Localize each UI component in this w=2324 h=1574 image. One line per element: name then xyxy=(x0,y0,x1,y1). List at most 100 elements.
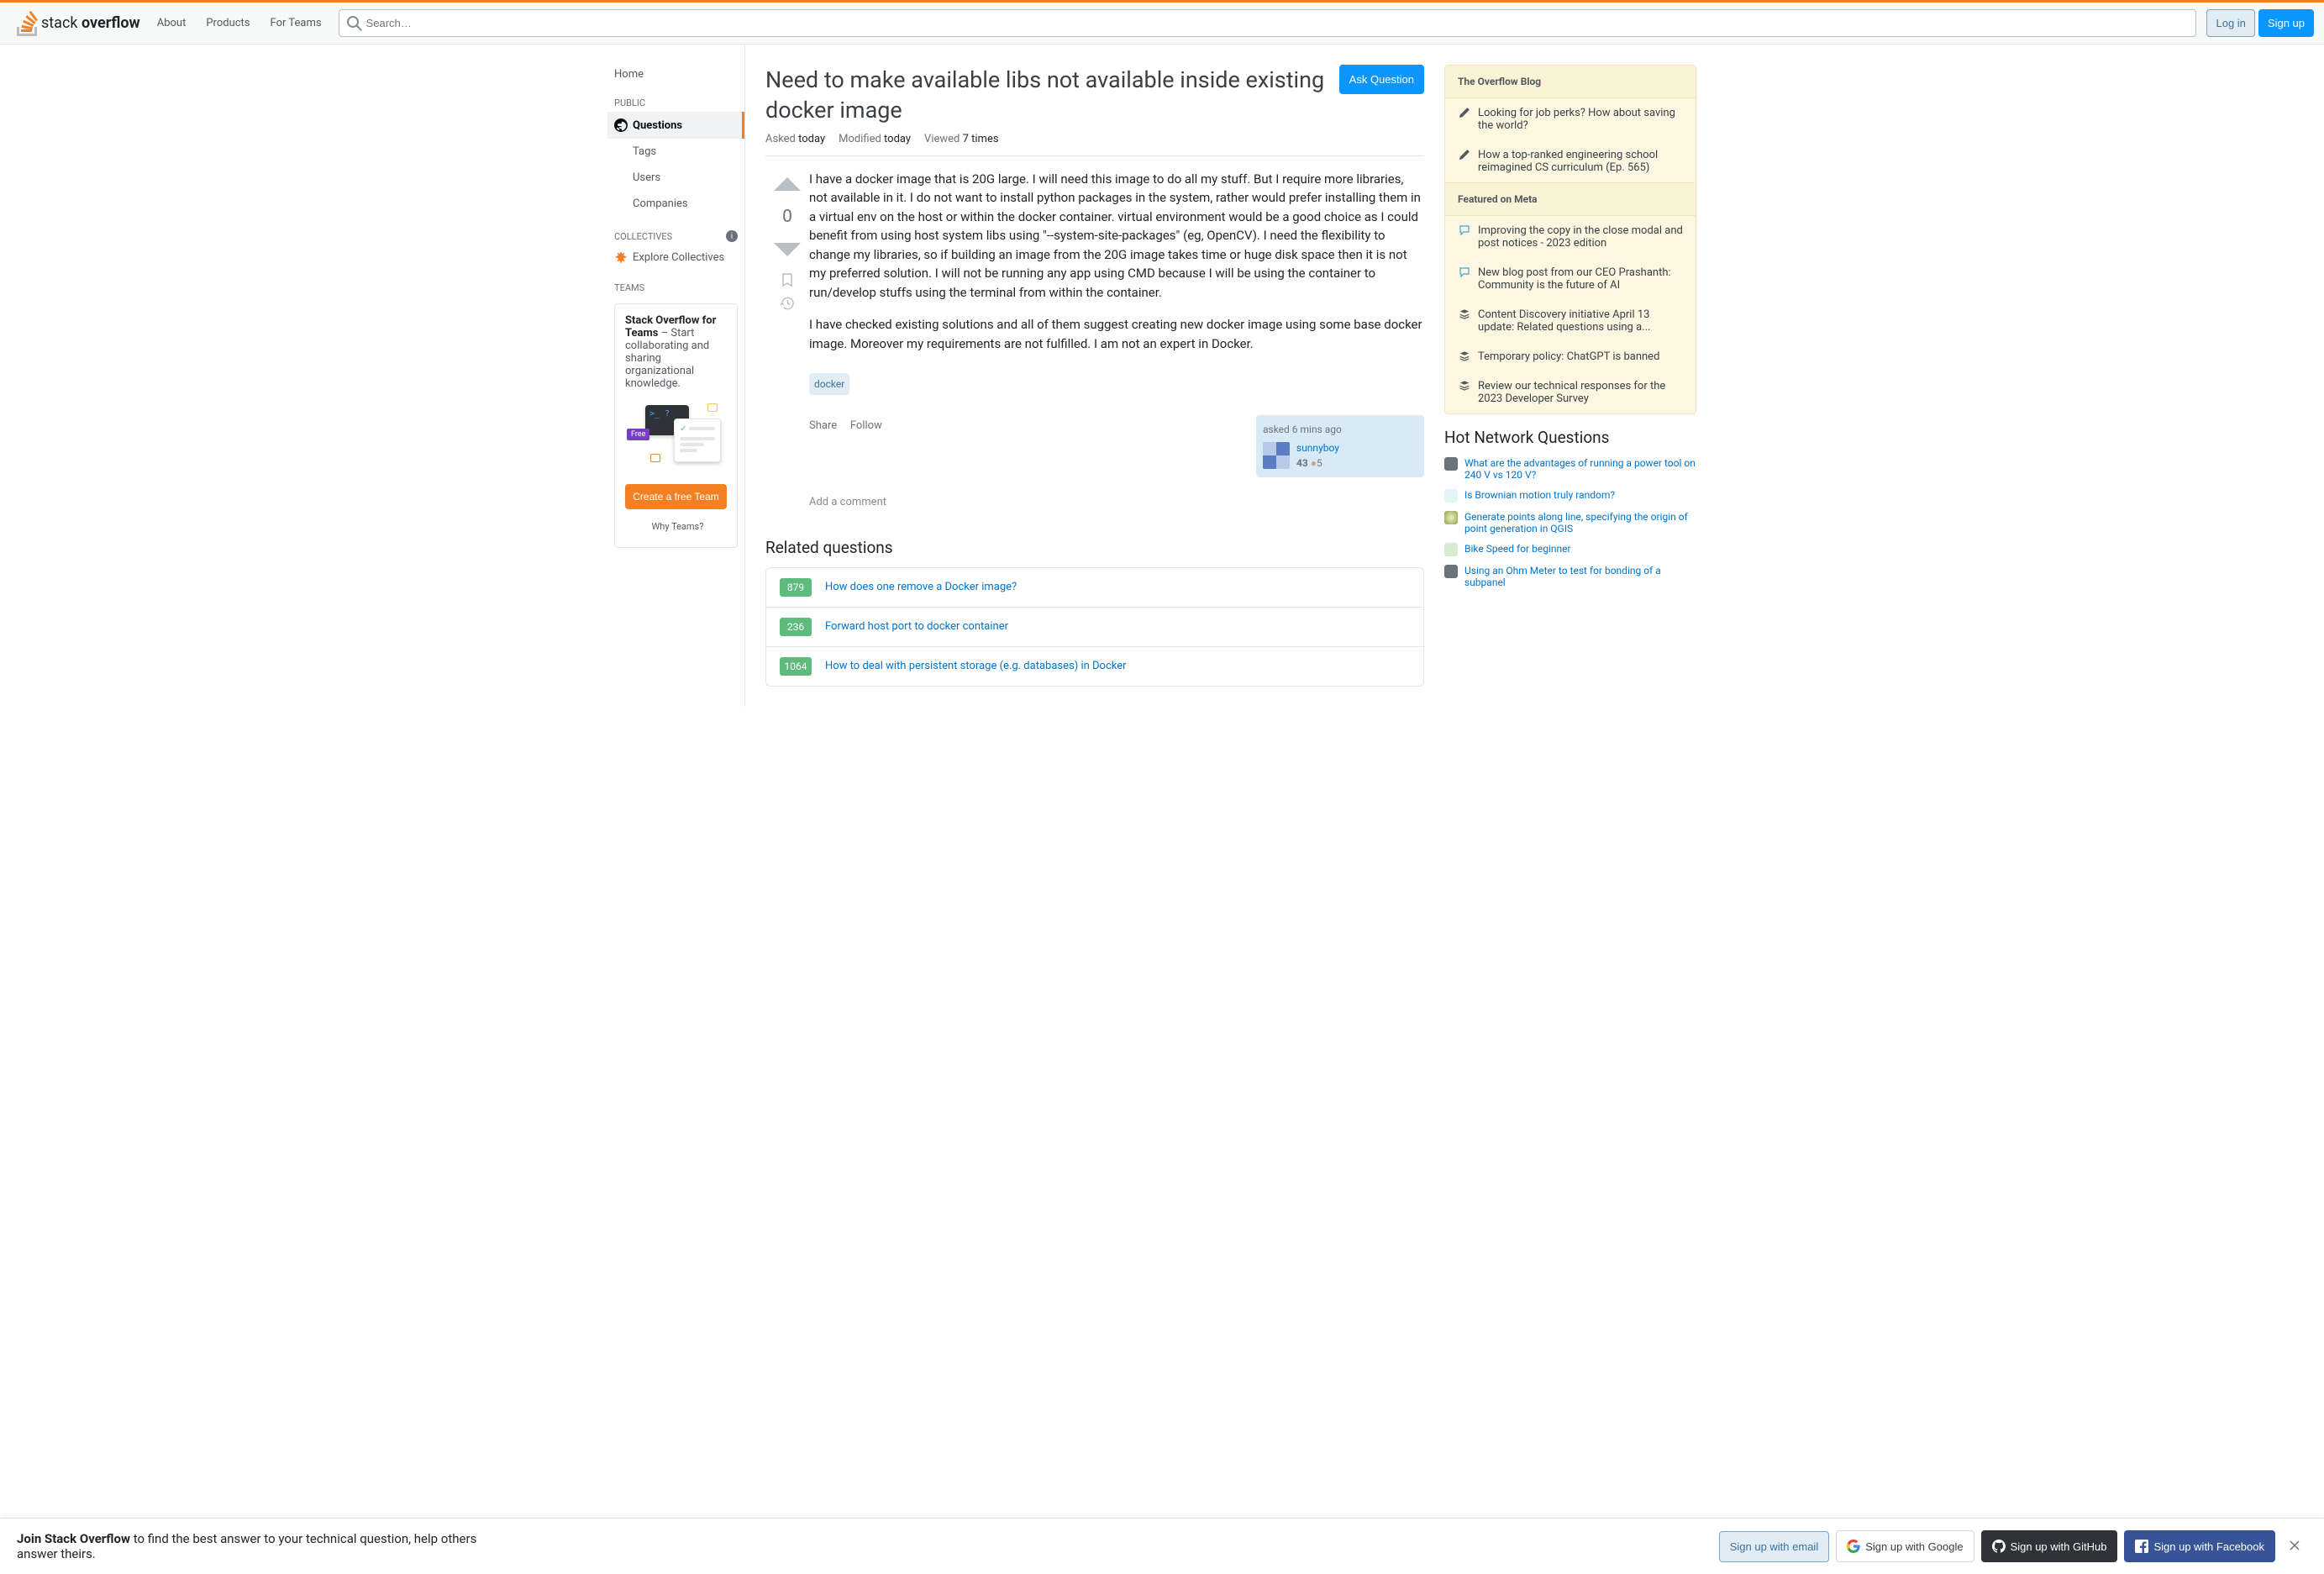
header-nav: About Products For Teams xyxy=(147,12,332,34)
why-teams-link[interactable]: Why Teams? xyxy=(625,516,727,537)
nav-about[interactable]: About xyxy=(147,12,197,34)
free-badge: Free xyxy=(627,429,649,440)
hot-item[interactable]: Bike Speed for beginner xyxy=(1444,543,1696,556)
bulletin-link[interactable]: Temporary policy: ChatGPT is banned xyxy=(1478,350,1659,363)
share-link[interactable]: Share xyxy=(809,419,837,432)
hot-link[interactable]: Is Brownian motion truly random? xyxy=(1464,489,1615,501)
post-paragraph-2: I have checked existing solutions and al… xyxy=(809,315,1424,353)
related-title[interactable]: Forward host port to docker container xyxy=(825,620,1008,633)
sidebar-questions[interactable]: Questions xyxy=(607,112,744,139)
sidebar-tags[interactable]: Tags xyxy=(607,139,744,165)
viewed-label: Viewed xyxy=(924,133,960,145)
hot-item[interactable]: Generate points along line, specifying t… xyxy=(1444,511,1696,534)
banner-close-button[interactable] xyxy=(2282,1535,2307,1559)
hot-item[interactable]: What are the advantages of running a pow… xyxy=(1444,457,1696,481)
vote-count: 0 xyxy=(782,207,792,227)
downvote-icon[interactable] xyxy=(772,234,802,264)
bulletin-link[interactable]: New blog post from our CEO Prashanth: Co… xyxy=(1478,266,1683,292)
hot-link[interactable]: Bike Speed for beginner xyxy=(1464,543,1571,555)
hot-item[interactable]: Using an Ohm Meter to test for bonding o… xyxy=(1444,565,1696,588)
sidebar-companies[interactable]: Companies xyxy=(607,191,744,217)
bulletin-link[interactable]: Looking for job perks? How about saving … xyxy=(1478,107,1683,132)
bulletin-link[interactable]: Improving the copy in the close modal an… xyxy=(1478,224,1683,250)
bulletin-item[interactable]: Review our technical responses for the 2… xyxy=(1445,371,1696,413)
signup-google-button[interactable]: Sign up with Google xyxy=(1836,1530,1974,1562)
related-score: 1064 xyxy=(780,657,812,676)
google-icon xyxy=(1847,1540,1860,1553)
sidebar-explore-collectives[interactable]: Explore Collectives xyxy=(607,245,744,269)
nav-products[interactable]: Products xyxy=(196,12,260,34)
bookmark-icon[interactable] xyxy=(780,272,795,287)
vote-column: 0 xyxy=(765,170,809,511)
bulletin-item[interactable]: Improving the copy in the close modal an… xyxy=(1445,216,1696,258)
bulletin-item[interactable]: Temporary policy: ChatGPT is banned xyxy=(1445,342,1696,371)
featured-meta-heading: Featured on Meta xyxy=(1445,182,1696,216)
related-item[interactable]: 236 Forward host port to docker containe… xyxy=(766,608,1423,647)
bulletin-box: The Overflow Blog Looking for job perks?… xyxy=(1444,65,1696,414)
hot-link[interactable]: Using an Ohm Meter to test for bonding o… xyxy=(1464,565,1696,588)
related-title[interactable]: How to deal with persistent storage (e.g… xyxy=(825,660,1127,672)
right-sidebar: The Overflow Blog Looking for job perks?… xyxy=(1444,65,1696,687)
related-item[interactable]: 879 How does one remove a Docker image? xyxy=(766,568,1423,608)
ask-question-button[interactable]: Ask Question xyxy=(1339,65,1424,94)
stack-icon xyxy=(1458,380,1471,392)
related-title[interactable]: How does one remove a Docker image? xyxy=(825,581,1017,593)
speech-bubble-icon xyxy=(1458,266,1471,278)
search-icon xyxy=(347,16,362,31)
close-icon xyxy=(2289,1540,2300,1551)
signup-github-button[interactable]: Sign up with GitHub xyxy=(1981,1530,2118,1562)
bulletin-item[interactable]: Content Discovery initiative April 13 up… xyxy=(1445,300,1696,342)
signup-button[interactable]: Sign up xyxy=(2258,9,2314,37)
search-container xyxy=(339,9,2197,37)
add-comment-link[interactable]: Add a comment xyxy=(809,494,1424,511)
bulletin-link[interactable]: Review our technical responses for the 2… xyxy=(1478,380,1683,405)
upvote-icon[interactable] xyxy=(772,170,802,200)
signup-google-label: Sign up with Google xyxy=(1865,1540,1963,1553)
logo-text: stack overflow xyxy=(41,14,140,32)
related-score: 879 xyxy=(780,578,812,597)
post-actions: Share Follow xyxy=(809,415,892,434)
user-reputation: 43 xyxy=(1296,457,1308,469)
login-button[interactable]: Log in xyxy=(2206,9,2254,37)
bulletin-item[interactable]: New blog post from our CEO Prashanth: Co… xyxy=(1445,258,1696,300)
info-icon[interactable]: i xyxy=(726,230,738,242)
create-team-button[interactable]: Create a free Team xyxy=(625,484,727,509)
sidebar-public-label: PUBLIC xyxy=(607,84,744,112)
sidebar-home[interactable]: Home xyxy=(607,65,744,84)
follow-link[interactable]: Follow xyxy=(850,419,882,432)
bulletin-item[interactable]: Looking for job perks? How about saving … xyxy=(1445,98,1696,140)
signup-facebook-label: Sign up with Facebook xyxy=(2153,1540,2264,1553)
search-input[interactable] xyxy=(339,9,2197,37)
sidebar-users[interactable]: Users xyxy=(607,165,744,191)
nav-for-teams[interactable]: For Teams xyxy=(260,12,332,34)
teams-illustration: >_ ? ✓ Free xyxy=(625,400,727,474)
bulletin-link[interactable]: Content Discovery initiative April 13 up… xyxy=(1478,308,1683,334)
stackoverflow-icon xyxy=(17,11,38,36)
logo[interactable]: stack overflow xyxy=(10,11,147,36)
tag-docker[interactable]: docker xyxy=(809,373,849,395)
related-list: 879 How does one remove a Docker image? … xyxy=(765,567,1424,687)
modified-value: today xyxy=(884,133,911,145)
site-icon xyxy=(1444,489,1458,503)
hot-item[interactable]: Is Brownian motion truly random? xyxy=(1444,489,1696,503)
teams-promo-card: Stack Overflow for Teams – Start collabo… xyxy=(614,303,738,548)
user-name-link[interactable]: sunnyboy xyxy=(1296,442,1339,454)
bronze-badge-count: 5 xyxy=(1317,457,1322,469)
svg-text:i: i xyxy=(731,232,733,241)
explore-collectives-label: Explore Collectives xyxy=(633,251,724,264)
site-icon xyxy=(1444,543,1458,556)
signup-github-label: Sign up with GitHub xyxy=(2011,1540,2107,1553)
post-body: I have a docker image that is 20G large.… xyxy=(809,170,1424,511)
related-item[interactable]: 1064 How to deal with persistent storage… xyxy=(766,647,1423,686)
user-avatar[interactable] xyxy=(1263,442,1290,469)
asked-time: asked 6 mins ago xyxy=(1263,422,1417,437)
history-icon[interactable] xyxy=(780,296,795,311)
hot-link[interactable]: Generate points along line, specifying t… xyxy=(1464,511,1696,534)
signup-facebook-button[interactable]: Sign up with Facebook xyxy=(2124,1530,2275,1562)
left-sidebar: Home PUBLIC Questions Tags Users Compani… xyxy=(607,45,745,707)
bulletin-item[interactable]: How a top-ranked engineering school reim… xyxy=(1445,140,1696,182)
asked-label: Asked xyxy=(765,133,796,145)
hot-link[interactable]: What are the advantages of running a pow… xyxy=(1464,457,1696,481)
bulletin-link[interactable]: How a top-ranked engineering school reim… xyxy=(1478,149,1683,174)
signup-email-button[interactable]: Sign up with email xyxy=(1719,1531,1830,1562)
